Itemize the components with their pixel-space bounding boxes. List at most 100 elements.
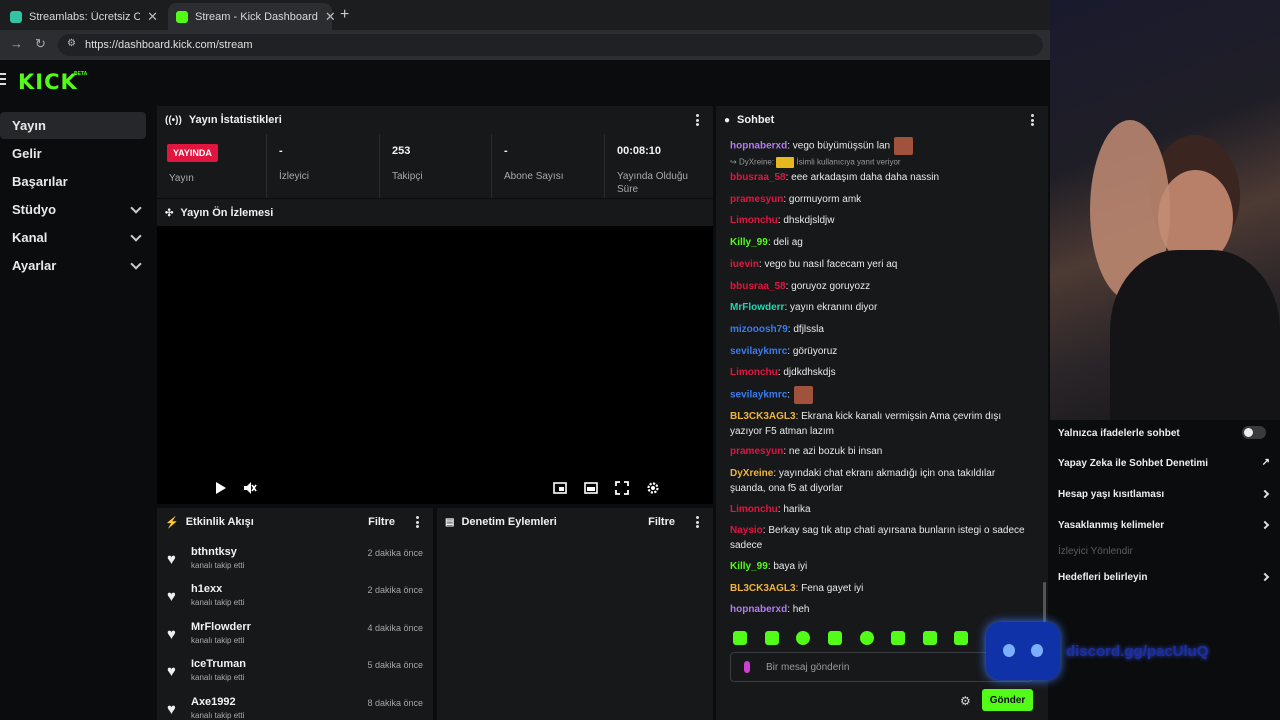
chat-text: vego bu nasıl facecam yeri aq (764, 259, 898, 270)
follower-name[interactable]: bthntksy (191, 546, 237, 558)
chat-text: heh (792, 604, 810, 615)
chat-username[interactable]: hopnaberxd (730, 604, 787, 615)
follower-name[interactable]: MrFlowderr (191, 621, 251, 633)
browser-tab-streamlabs[interactable]: Streamlabs: Ücretsiz Canlı Yayın ✕ (2, 3, 166, 30)
chat-username[interactable]: Killy_99 (730, 237, 768, 248)
activity-time: 5 dakika önce (367, 660, 423, 670)
mute-icon[interactable] (243, 481, 257, 495)
chat-message: Limonchu: harika (730, 504, 811, 515)
stat-value: - (504, 145, 508, 157)
setting-goals[interactable]: Hedefleri belirleyin (1058, 572, 1272, 583)
chat-username[interactable]: Killy_99 (730, 561, 768, 572)
sidebar-item-basarilar[interactable]: Başarılar (0, 168, 146, 195)
lightning-icon: ⚡ (165, 516, 179, 529)
chat-input-placeholder: Bir mesaj gönderin (766, 662, 850, 673)
setting-banned-words[interactable]: Yasaklanmış kelimeler (1058, 520, 1272, 531)
follower-name[interactable]: Axe1992 (191, 696, 236, 708)
follower-name[interactable]: IceTruman (191, 658, 246, 670)
sidebar-item-gelir[interactable]: Gelir (0, 140, 146, 167)
chat-username[interactable]: sevilaykmrc (730, 346, 787, 357)
chat-username[interactable]: BL3CK3AGL3 (730, 411, 796, 422)
chat-scrollbar[interactable] (1043, 582, 1046, 622)
browser-tab-kick[interactable]: Stream - Kick Dashboard ✕ (168, 3, 336, 30)
stream-preview-video[interactable] (157, 226, 713, 504)
chat-username[interactable]: mizooosh79 (730, 324, 788, 335)
stat-label: Abone Sayısı (504, 171, 564, 182)
chat-username[interactable]: hopnaberxd (730, 141, 787, 152)
chat-username[interactable]: Naysio (730, 525, 763, 536)
follower-name[interactable]: h1exx (191, 583, 222, 595)
emote-icon[interactable] (828, 631, 842, 645)
emote-icon[interactable] (954, 631, 968, 645)
url-field[interactable]: ⚙ https://dashboard.kick.com/stream (58, 34, 1043, 56)
chat-username[interactable]: Limonchu (730, 367, 778, 378)
broadcast-icon: ((•)) (165, 114, 182, 126)
chat-username[interactable]: Limonchu (730, 215, 778, 226)
emote-icon[interactable] (891, 631, 905, 645)
chat-username[interactable]: iuevin (730, 259, 759, 270)
new-tab-icon[interactable]: + (340, 6, 349, 24)
chat-text: dhskdjsldjw (783, 215, 835, 226)
activity-panel: ⚡ Etkinlik Akışı Filtre ♥ bthntksy kanal… (157, 508, 433, 720)
play-icon[interactable] (213, 481, 227, 495)
chat-message: sevilaykmrc: görüyoruz (730, 346, 838, 357)
chat-username[interactable]: pramesyun (730, 446, 783, 457)
fullscreen-icon[interactable] (615, 481, 629, 495)
reload-icon[interactable]: ↻ (35, 36, 46, 52)
chat-text: deli ag (773, 237, 803, 248)
theater-mode-icon[interactable] (584, 481, 598, 495)
stat-label: Takipçi (392, 171, 423, 182)
activity-filter-button[interactable]: Filtre (368, 516, 395, 528)
site-settings-icon[interactable]: ⚙ (67, 38, 76, 49)
list-item: ♥ MrFlowderr kanalı takip etti 4 dakika … (165, 621, 427, 658)
emote-icon[interactable] (733, 631, 747, 645)
microphone-icon[interactable] (744, 661, 750, 673)
chevron-right-icon (1260, 489, 1270, 499)
emote-only-toggle[interactable] (1242, 426, 1266, 439)
external-link-icon[interactable]: ↗ (1262, 457, 1270, 468)
chat-username[interactable]: bbusraa_58 (730, 281, 786, 292)
hamburger-menu-icon[interactable] (0, 73, 6, 85)
chat-username[interactable]: DyXreine (730, 468, 773, 479)
setting-account-age[interactable]: Hesap yaşı kısıtlaması (1058, 489, 1272, 500)
more-options-icon[interactable] (696, 516, 699, 528)
chat-settings-gear-icon[interactable]: ⚙ (960, 694, 971, 708)
sidebar-item-studyo[interactable]: Stüdyo (0, 196, 146, 223)
chat-username[interactable]: BL3CK3AGL3 (730, 583, 796, 594)
more-options-icon[interactable] (416, 516, 419, 528)
emote-icon[interactable] (923, 631, 937, 645)
sidebar-item-ayarlar[interactable]: Ayarlar (0, 252, 146, 279)
close-tab-icon[interactable]: ✕ (147, 9, 158, 25)
send-button[interactable]: Gönder (982, 689, 1033, 711)
more-options-icon[interactable] (1031, 114, 1034, 126)
picture-in-picture-icon[interactable] (553, 481, 567, 495)
stat-label: İzleyici (279, 171, 310, 182)
chat-message: sevilaykmrc: (730, 386, 1030, 404)
chevron-right-icon (1260, 572, 1270, 582)
emote-image (894, 137, 914, 155)
emote-icon[interactable] (796, 631, 810, 645)
moderation-filter-button[interactable]: Filtre (648, 516, 675, 528)
settings-gear-icon[interactable] (646, 481, 660, 495)
emote-icon[interactable] (765, 631, 779, 645)
forward-icon[interactable]: → (10, 36, 23, 51)
chat-username[interactable]: sevilaykmrc (730, 390, 787, 401)
kick-logo[interactable]: KICK (18, 70, 78, 94)
setting-emote-only[interactable]: Yalnızca ifadelerle sohbet (1058, 426, 1272, 439)
setting-ai-moderation[interactable]: Yapay Zeka ile Sohbet Denetimi ↗ (1058, 457, 1272, 469)
activity-time: 2 dakika önce (367, 548, 423, 558)
chat-text: eee arkadaşım daha daha nassin (791, 172, 940, 183)
more-options-icon[interactable] (696, 114, 699, 126)
close-tab-icon[interactable]: ✕ (325, 9, 336, 25)
sidebar-item-yayin[interactable]: Yayın (0, 112, 146, 139)
list-item: ♥ bthntksy kanalı takip etti 2 dakika ön… (165, 546, 427, 583)
chat-username[interactable]: Limonchu (730, 504, 778, 515)
chat-username[interactable]: bbusraa_58 (730, 172, 786, 183)
list-item: ♥ Axe1992 kanalı takip etti 8 dakika önc… (165, 696, 427, 720)
chat-username[interactable]: MrFlowderr (730, 302, 784, 313)
emote-icon[interactable] (860, 631, 874, 645)
chat-username[interactable]: pramesyun (730, 194, 783, 205)
sidebar-item-kanal[interactable]: Kanal (0, 224, 146, 251)
activity-time: 4 dakika önce (367, 623, 423, 633)
chat-message: pramesyun: gormuyorm amk (730, 194, 862, 205)
